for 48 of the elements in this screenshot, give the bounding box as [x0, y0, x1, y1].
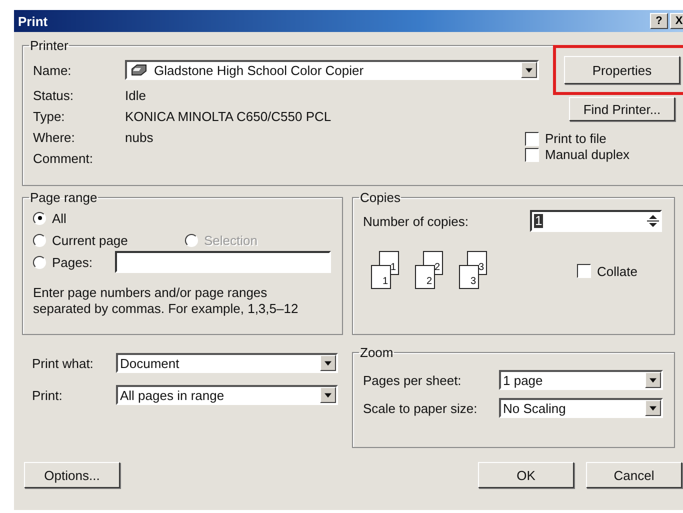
options-button[interactable]: Options...	[24, 462, 120, 488]
spinner-arrows-icon[interactable]	[646, 212, 660, 230]
copies-spinner[interactable]: 1	[530, 210, 662, 232]
group-label: Page range	[29, 190, 98, 205]
info-label: Status:	[33, 88, 74, 103]
checkbox-label[interactable]: Manual duplex	[545, 147, 630, 162]
zoom-dropdown[interactable]: 1 page	[499, 370, 663, 390]
info-label: Comment:	[33, 151, 94, 166]
window-title: Print	[18, 14, 48, 28]
printer-dropdown[interactable]: Gladstone High School Color Copier	[125, 60, 539, 80]
group-label: Printer	[29, 38, 70, 53]
zoom-dropdown[interactable]: No Scaling	[499, 398, 663, 418]
checkbox-label[interactable]: Print to file	[545, 131, 606, 146]
name-label: Name:	[33, 62, 72, 78]
copies-label: Number of copies:	[363, 214, 468, 228]
group-label: Zoom	[359, 345, 394, 360]
hint-text: separated by commas. For example, 1,3,5–12	[33, 301, 300, 317]
printer-icon	[129, 62, 149, 78]
info-value: KONICA MINOLTA C650/C550 PCL	[125, 109, 332, 124]
close-button[interactable]: X	[670, 13, 683, 29]
setting-dropdown[interactable]: All pages in range	[116, 385, 338, 405]
radio-button[interactable]	[33, 256, 46, 268]
radio-button[interactable]	[33, 234, 46, 246]
setting-label: Print:	[32, 388, 64, 402]
zoom-label: Pages per sheet:	[363, 372, 462, 388]
info-label: Type:	[33, 109, 66, 124]
group-label: Copies	[359, 190, 402, 205]
info-value: nubs	[125, 130, 154, 145]
info-value: Idle	[125, 88, 146, 103]
checkbox[interactable]	[525, 148, 539, 162]
setting-label: Print what:	[32, 356, 94, 370]
checkbox[interactable]	[577, 264, 591, 278]
hint-text: Enter page numbers and/or page ranges	[33, 285, 268, 301]
find-printer-button[interactable]: Find Printer...	[569, 97, 675, 121]
checkbox-label[interactable]: Collate	[597, 264, 638, 278]
radio-label[interactable]: All	[52, 210, 66, 226]
setting-dropdown[interactable]: Document	[116, 353, 338, 373]
cancel-button[interactable]: Cancel	[586, 462, 682, 488]
checkbox[interactable]	[525, 132, 539, 146]
info-label: Where:	[33, 130, 76, 145]
radio-label[interactable]: Current page	[52, 232, 128, 248]
radio-label[interactable]: Pages:	[52, 254, 92, 270]
zoom-label: Scale to paper size:	[363, 400, 478, 416]
help-button[interactable]: ?	[650, 13, 668, 29]
ok-button[interactable]: OK	[478, 462, 574, 488]
pages-input-field[interactable]	[115, 251, 331, 273]
properties-button[interactable]: Properties	[564, 56, 680, 84]
radio-button[interactable]	[33, 212, 46, 224]
